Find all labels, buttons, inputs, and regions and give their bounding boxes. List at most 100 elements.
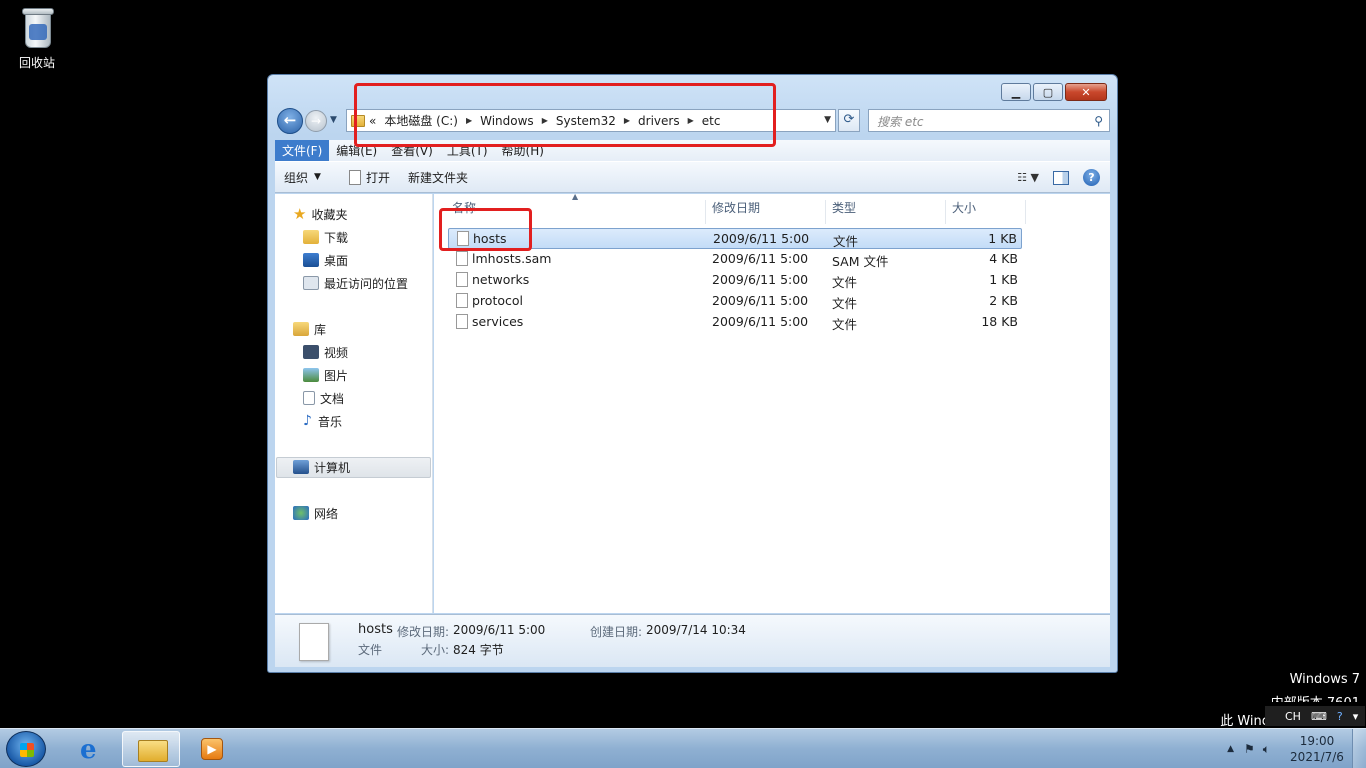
back-button[interactable]: ←: [277, 108, 303, 134]
open-button[interactable]: 打开: [340, 169, 399, 186]
file-size: 1 KB: [989, 272, 1018, 287]
recent-pages-dropdown[interactable]: ▼: [330, 115, 337, 125]
help-icon[interactable]: ?: [1083, 169, 1100, 186]
file-size: 2 KB: [989, 293, 1018, 308]
explorer-window: ▁ ▢ ✕ ← → ▼ « 本地磁盘 (C:) ▶ Windows ▶ Syst…: [267, 74, 1118, 673]
file-size: 4 KB: [989, 251, 1018, 266]
file-row-lmhosts[interactable]: lmhosts.sam 2009/6/11 5:00 SAM 文件 4 KB: [448, 249, 1022, 270]
file-icon: [456, 272, 468, 287]
nav-desktop[interactable]: 桌面: [303, 250, 348, 270]
file-row-protocol[interactable]: protocol 2009/6/11 5:00 文件 2 KB: [448, 291, 1022, 312]
show-hidden-icons-icon[interactable]: ▲: [1227, 744, 1234, 754]
nav-libraries[interactable]: 库: [293, 319, 326, 339]
file-modified: 2009/6/11 5:00: [712, 251, 809, 266]
nav-network[interactable]: 网络: [293, 503, 338, 523]
menu-file[interactable]: 文件(F): [275, 140, 330, 161]
nav-favorites-label: 收藏夹: [311, 207, 348, 222]
nav-recent-places[interactable]: 最近访问的位置: [303, 273, 408, 293]
taskbar-ie[interactable]: e: [62, 731, 120, 767]
nav-videos-label: 视频: [324, 345, 349, 360]
column-header-size[interactable]: 大小: [946, 200, 1026, 224]
nav-computer[interactable]: 计算机: [293, 457, 350, 477]
address-highlight-box: [354, 83, 776, 147]
taskbar: e ▶ ▲ ⚑ 🔈︎ 19:00 2021/7/6: [0, 728, 1366, 768]
clock[interactable]: 19:00 2021/7/6: [1282, 733, 1352, 765]
document-icon: [348, 169, 361, 185]
computer-icon: [293, 460, 309, 474]
watermark-build: 内部版本 7601: [1271, 692, 1360, 702]
file-type: 文件: [832, 296, 858, 311]
forward-button[interactable]: →: [305, 110, 327, 132]
maximize-button[interactable]: ▢: [1033, 83, 1063, 101]
column-header-type[interactable]: 类型: [826, 200, 946, 224]
file-icon: [456, 314, 468, 329]
star-icon: ★: [293, 205, 307, 223]
windows-explorer-icon: [138, 740, 168, 762]
nav-pictures-label: 图片: [324, 368, 349, 383]
nav-network-label: 网络: [314, 506, 339, 521]
search-input[interactable]: 搜索 etc ⚲: [868, 109, 1110, 132]
search-icon[interactable]: ⚲: [1094, 114, 1103, 128]
nav-libraries-label: 库: [314, 322, 327, 337]
file-modified: 2009/6/11 5:00: [712, 314, 809, 329]
file-size: 1 KB: [988, 231, 1017, 246]
refresh-button[interactable]: ⟳: [838, 109, 860, 132]
recycle-bin-icon: [19, 6, 55, 50]
organize-button[interactable]: 组织 ▼: [275, 169, 330, 186]
volume-icon[interactable]: 🔈︎: [1263, 742, 1270, 757]
minimize-icon: ▁: [1011, 85, 1021, 99]
nav-documents-label: 文档: [320, 391, 345, 406]
lang-options-icon[interactable]: ▾: [1353, 710, 1359, 723]
file-type: 文件: [833, 234, 859, 249]
close-button[interactable]: ✕: [1065, 83, 1107, 101]
keyboard-icon[interactable]: ⌨: [1311, 710, 1327, 723]
minimize-button[interactable]: ▁: [1001, 83, 1031, 101]
file-size: 18 KB: [981, 314, 1018, 329]
file-row-hosts[interactable]: hosts 2009/6/11 5:00 文件 1 KB: [448, 228, 1022, 249]
windows-logo-icon: [20, 743, 34, 757]
details-size-label: 大小:: [421, 643, 450, 657]
close-icon: ✕: [1081, 85, 1091, 99]
details-modified-label: 修改日期:: [397, 625, 450, 639]
preview-pane-icon[interactable]: [1053, 170, 1069, 185]
pictures-icon: [303, 368, 319, 382]
column-header-modified[interactable]: 修改日期: [706, 200, 826, 224]
new-folder-button[interactable]: 新建文件夹: [399, 169, 477, 186]
details-file-name: hosts: [358, 622, 393, 637]
downloads-folder-icon: [303, 230, 319, 244]
language-bar: CH ⌨ ? ▾: [1265, 706, 1365, 726]
file-name: networks: [472, 272, 530, 287]
file-name: services: [472, 314, 524, 329]
nav-favorites[interactable]: ★ 收藏夹: [293, 204, 347, 224]
file-modified: 2009/6/11 5:00: [712, 293, 809, 308]
nav-pictures[interactable]: 图片: [303, 365, 348, 385]
file-row-networks[interactable]: networks 2009/6/11 5:00 文件 1 KB: [448, 270, 1022, 291]
nav-videos[interactable]: 视频: [303, 342, 348, 362]
file-row-services[interactable]: services 2009/6/11 5:00 文件 18 KB: [448, 312, 1022, 333]
search-placeholder: 搜索 etc: [877, 115, 924, 129]
organize-label: 组织: [284, 170, 309, 185]
language-indicator[interactable]: CH: [1285, 710, 1301, 723]
taskbar-explorer[interactable]: [122, 731, 180, 767]
file-icon: [456, 251, 468, 266]
show-desktop-button[interactable]: [1352, 729, 1366, 768]
taskbar-media-player[interactable]: ▶: [182, 731, 240, 767]
nav-downloads[interactable]: 下载: [303, 227, 348, 247]
maximize-icon: ▢: [1042, 85, 1054, 99]
details-created-value: 2009/7/14 10:34: [646, 623, 746, 637]
nav-recent-label: 最近访问的位置: [324, 276, 409, 291]
file-modified: 2009/6/11 5:00: [713, 231, 810, 246]
nav-music[interactable]: ♪ 音乐: [303, 411, 342, 431]
action-center-flag-icon[interactable]: ⚑: [1244, 742, 1255, 756]
change-view-icon[interactable]: ☷ ▼: [1017, 171, 1039, 184]
desktop-icon: [303, 253, 319, 267]
refresh-icon: ⟳: [843, 112, 855, 127]
details-pane: hosts 修改日期: 2009/6/11 5:00 创建日期: 2009/7/…: [275, 614, 1110, 667]
file-type: 文件: [832, 275, 858, 290]
lang-help-icon[interactable]: ?: [1337, 710, 1343, 723]
nav-documents[interactable]: 文档: [303, 388, 344, 408]
start-button[interactable]: [6, 731, 46, 767]
address-dropdown-icon[interactable]: ▼: [824, 115, 831, 125]
file-name: protocol: [472, 293, 523, 308]
recycle-bin-desktop-icon[interactable]: 回收站: [8, 6, 66, 71]
